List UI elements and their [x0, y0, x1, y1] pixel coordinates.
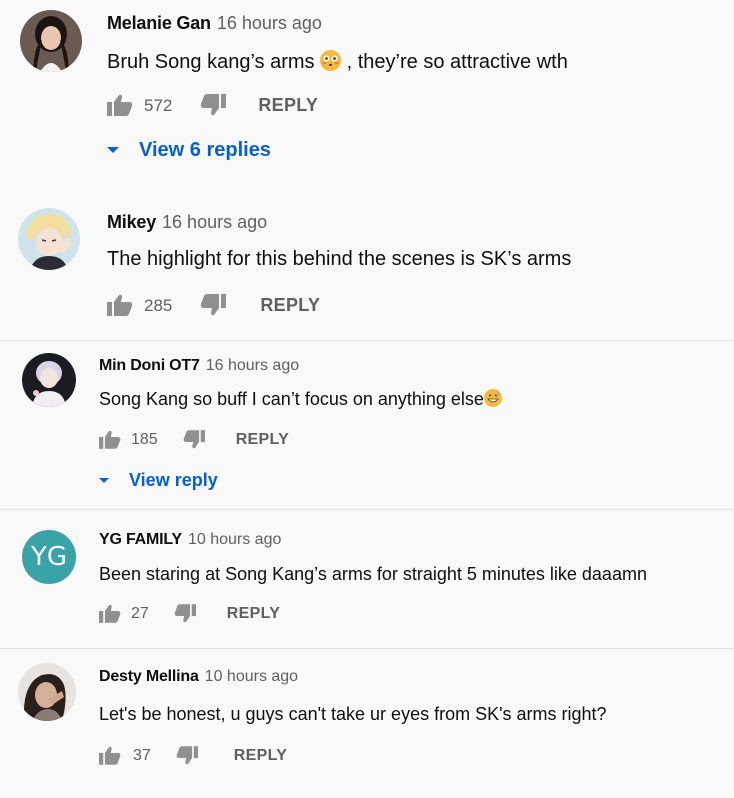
- comment-header: Mikey 16 hours ago: [107, 213, 267, 231]
- flushed-face-emoji: [320, 50, 342, 71]
- avatar-initials: YG: [30, 542, 68, 572]
- avatar[interactable]: [18, 663, 76, 721]
- like-count: 572: [144, 95, 173, 115]
- comment-actions: 572 REPLY: [107, 94, 318, 116]
- thumbs-down-icon: [174, 604, 196, 623]
- comment-text: The highlight for this behind the scenes…: [107, 248, 572, 270]
- comment-header: Melanie Gan 16 hours ago: [107, 14, 322, 32]
- like-button[interactable]: [99, 430, 121, 449]
- grinning-sweat-face-emoji: [483, 389, 502, 407]
- comment-thread: Mikey 16 hours ago The highlight for this…: [0, 190, 734, 330]
- dislike-button[interactable]: [174, 604, 196, 623]
- thumbs-down-icon: [176, 746, 198, 765]
- reply-button[interactable]: REPLY: [260, 296, 320, 314]
- like-button[interactable]: [107, 94, 133, 116]
- caret-down-icon: [99, 477, 109, 483]
- like-count: 285: [144, 295, 173, 315]
- dislike-button[interactable]: [183, 430, 205, 449]
- comment-header: Desty Mellina 10 hours ago: [99, 669, 298, 685]
- comment-thread: Melanie Gan 16 hours ago Bruh Song kang’s…: [0, 0, 734, 185]
- dislike-button[interactable]: [200, 294, 227, 316]
- comment-text: Been staring at Song Kang’s arms for str…: [99, 564, 647, 584]
- avatar-image: [20, 10, 82, 72]
- thumbs-down-icon: [201, 294, 227, 316]
- comment-thread: YG YG FAMILY 10 hours ago Been staring at…: [0, 510, 734, 644]
- comment-time[interactable]: 10 hours ago: [205, 668, 298, 685]
- reply-button[interactable]: REPLY: [234, 747, 287, 764]
- reply-button[interactable]: REPLY: [258, 96, 318, 114]
- comment-actions: 37 REPLY: [99, 746, 287, 765]
- comment-header: Min Doni OT7 16 hours ago: [99, 358, 299, 374]
- dislike-button[interactable]: [176, 746, 198, 765]
- avatar-image: [22, 353, 76, 407]
- comment-author[interactable]: Mikey: [107, 212, 156, 232]
- thumbs-down-icon: [183, 430, 205, 449]
- comment-author[interactable]: Min Doni OT7: [99, 357, 200, 374]
- comment-header: YG FAMILY 10 hours ago: [99, 532, 281, 548]
- view-replies-label: View 6 replies: [139, 139, 271, 161]
- comment-author[interactable]: Melanie Gan: [107, 13, 211, 33]
- reply-button[interactable]: REPLY: [236, 431, 289, 448]
- comment-text: Song Kang so buff I can’t focus on anyth…: [99, 389, 502, 408]
- like-button[interactable]: [99, 746, 121, 765]
- like-button[interactable]: [99, 604, 121, 623]
- like-button[interactable]: [107, 294, 133, 316]
- view-replies-label: View reply: [129, 470, 218, 490]
- thumbs-up-icon: [107, 294, 133, 316]
- caret-down-icon: [107, 147, 119, 153]
- like-count: 37: [133, 746, 151, 764]
- comment-time[interactable]: 16 hours ago: [217, 13, 322, 33]
- comment-actions: 27 REPLY: [99, 604, 280, 623]
- comment-actions: 185 REPLY: [99, 430, 289, 449]
- like-count: 185: [131, 430, 158, 448]
- view-replies-button[interactable]: View reply: [99, 471, 218, 489]
- comment-time[interactable]: 10 hours ago: [188, 531, 281, 548]
- like-count: 27: [131, 604, 149, 622]
- comment-author[interactable]: Desty Mellina: [99, 668, 199, 685]
- avatar-image: [18, 663, 76, 721]
- thumbs-up-icon: [99, 746, 121, 765]
- thumbs-up-icon: [99, 430, 121, 449]
- view-replies-button[interactable]: View 6 replies: [107, 140, 271, 160]
- comment-time[interactable]: 16 hours ago: [162, 212, 267, 232]
- thumbs-up-icon: [99, 604, 121, 623]
- comment-text: Let's be honest, u guys can't take ur ey…: [99, 704, 607, 724]
- comment-actions: 285 REPLY: [107, 294, 320, 316]
- comment-text: Bruh Song kang’s arms , they’re so attra…: [107, 50, 568, 73]
- avatar[interactable]: [20, 10, 82, 72]
- avatar[interactable]: YG: [22, 530, 76, 584]
- thumbs-down-icon: [201, 94, 227, 116]
- comment-time[interactable]: 16 hours ago: [206, 357, 299, 374]
- thumbs-up-icon: [107, 94, 133, 116]
- avatar-image: [18, 208, 80, 270]
- comment-thread: Min Doni OT7 16 hours ago Song Kang so bu…: [0, 341, 734, 501]
- comment-thread: Desty Mellina 10 hours ago Let's be hones…: [0, 649, 734, 798]
- avatar[interactable]: [18, 208, 80, 270]
- comment-author[interactable]: YG FAMILY: [99, 531, 182, 548]
- avatar[interactable]: [22, 353, 76, 407]
- dislike-button[interactable]: [200, 94, 227, 116]
- reply-button[interactable]: REPLY: [227, 605, 280, 622]
